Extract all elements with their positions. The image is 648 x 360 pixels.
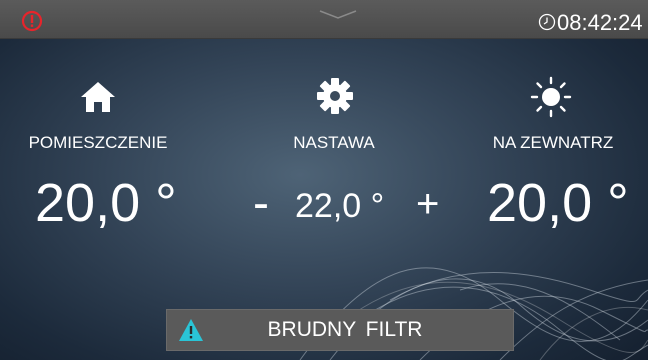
setpoint-temperature: 22,0 ° [295,187,385,225]
setpoint-label: NASTAWA [293,133,375,152]
pull-down-handle-icon[interactable] [318,10,358,20]
clock-icon [538,13,556,31]
warning-bar[interactable]: BRUDNY FILTR [166,309,514,351]
sun-icon [530,76,572,118]
outside-label: NA ZEWNATRZ [492,133,614,152]
status-bar: 08:42:24 [0,0,648,39]
increase-button[interactable]: + [416,184,439,224]
warning-text: BRUDNY FILTR [267,318,423,341]
home-icon [81,82,115,112]
clock-time: 08:42:24 [557,10,643,35]
alert-circle-icon[interactable] [21,10,43,32]
outside-temperature: 20,0 ° [487,173,629,233]
gear-icon[interactable] [316,77,354,115]
room-temperature: 20,0 ° [35,173,177,233]
thermostat-screen: 08:42:24 POMIESZCZENIE 20,0 ° NASTAWA - … [0,0,648,360]
room-label: POMIESZCZENIE [28,133,168,152]
decrease-button[interactable]: - [253,180,269,228]
